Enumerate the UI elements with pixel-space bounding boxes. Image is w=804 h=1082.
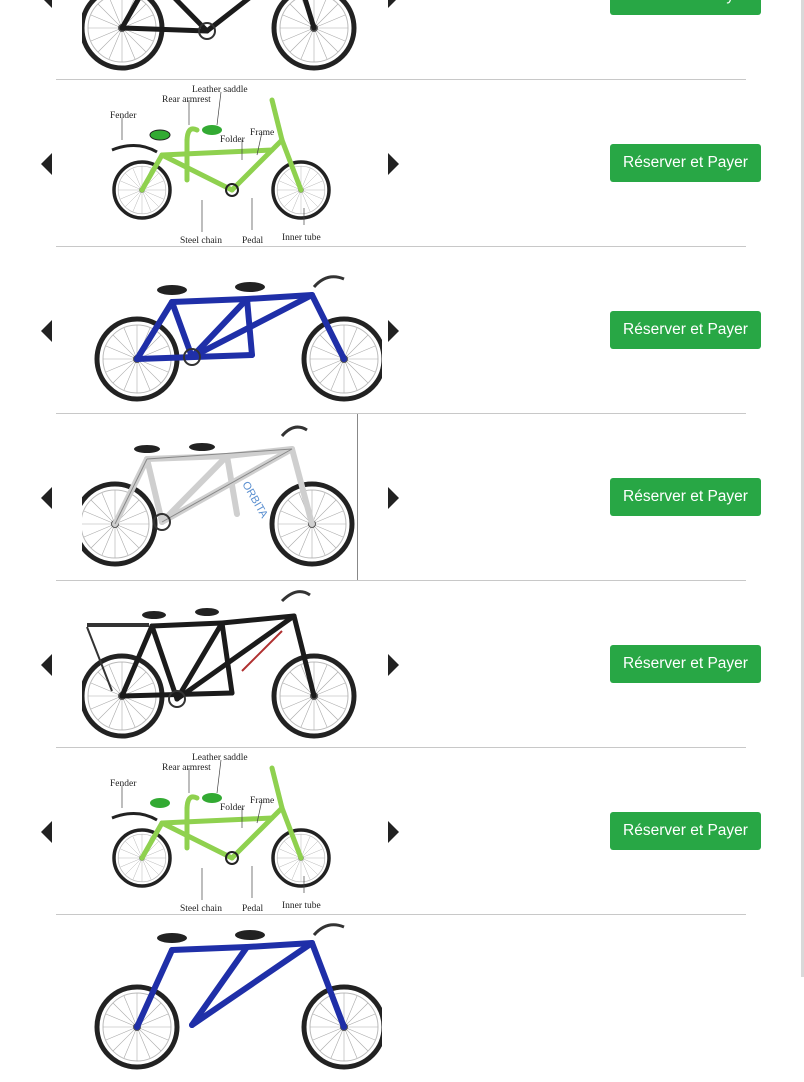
caret-left-icon — [41, 487, 52, 509]
reserve-and-pay-button[interactable]: Réserver et Payer — [610, 645, 761, 683]
caret-right-icon — [388, 153, 399, 175]
caret-left-icon — [41, 654, 52, 676]
bike-photo — [82, 581, 382, 748]
bike-photo — [82, 915, 382, 1082]
bike-row: Réserver et Payer — [0, 0, 800, 80]
label-pedal: Pedal — [242, 236, 263, 246]
label-inner-tube: Inner tube — [282, 233, 321, 243]
label-frame: Frame — [250, 128, 274, 138]
label-steel-chain: Steel chain — [180, 236, 222, 246]
carousel-next-button[interactable] — [386, 320, 400, 342]
bike-row — [0, 915, 800, 1082]
bike-row: Leather saddle Rear armrest Fender Folde… — [0, 748, 800, 915]
reserve-and-pay-button[interactable]: Réserver et Payer — [610, 311, 761, 349]
carousel-next-button[interactable] — [386, 654, 400, 676]
label-frame: Frame — [250, 796, 274, 806]
caret-right-icon — [388, 654, 399, 676]
carousel-prev-button[interactable] — [40, 654, 54, 676]
bike-row: Réserver et Payer — [0, 247, 800, 414]
caret-right-icon — [388, 320, 399, 342]
caret-right-icon — [388, 0, 396, 8]
caret-left-icon — [44, 0, 52, 8]
caret-right-icon — [388, 821, 399, 843]
bike-photo — [82, 0, 382, 80]
bike-photo: Leather saddle Rear armrest Fender Folde… — [82, 748, 382, 915]
label-fender: Fender — [110, 779, 137, 789]
bike-row: ORBITA Réserver et Payer — [0, 414, 800, 581]
caret-left-icon — [41, 320, 52, 342]
label-folder: Folder — [220, 803, 246, 813]
label-rear-armrest: Rear armrest — [162, 95, 211, 105]
label-pedal: Pedal — [242, 904, 263, 914]
bike-list: Réserver et Payer — [0, 0, 800, 1082]
carousel-prev-button[interactable] — [40, 487, 54, 509]
carousel-next-button[interactable] — [386, 153, 400, 175]
label-fender: Fender — [110, 111, 137, 121]
bike-row: Réserver et Payer — [0, 581, 800, 748]
caret-left-icon — [41, 821, 52, 843]
label-steel-chain: Steel chain — [180, 904, 222, 914]
carousel-next-button[interactable] — [386, 0, 400, 8]
carousel-prev-button[interactable] — [40, 821, 54, 843]
bike-row: Leather saddle Rear armrest Fender Folde… — [0, 80, 800, 247]
carousel-prev-button[interactable] — [40, 0, 54, 8]
label-folder: Folder — [220, 135, 246, 145]
bike-photo — [82, 247, 382, 414]
carousel-next-button[interactable] — [386, 487, 400, 509]
carousel-prev-button[interactable] — [40, 153, 54, 175]
reserve-and-pay-button[interactable]: Réserver et Payer — [610, 812, 761, 850]
bike-photo: ORBITA — [82, 414, 358, 581]
reserve-and-pay-button[interactable]: Réserver et Payer — [610, 144, 761, 182]
carousel-prev-button[interactable] — [40, 320, 54, 342]
carousel-next-button[interactable] — [386, 821, 400, 843]
label-leather-saddle: Leather saddle — [192, 753, 248, 763]
label-leather-saddle: Leather saddle — [192, 85, 248, 95]
caret-left-icon — [41, 153, 52, 175]
bike-photo: Leather saddle Rear armrest Fender Folde… — [82, 80, 382, 247]
bike-brand-label: ORBITA — [239, 480, 270, 521]
label-inner-tube: Inner tube — [282, 901, 321, 911]
label-rear-armrest: Rear armrest — [162, 763, 211, 773]
caret-right-icon — [388, 487, 399, 509]
reserve-and-pay-button[interactable]: Réserver et Payer — [610, 0, 761, 15]
reserve-and-pay-button[interactable]: Réserver et Payer — [610, 478, 761, 516]
